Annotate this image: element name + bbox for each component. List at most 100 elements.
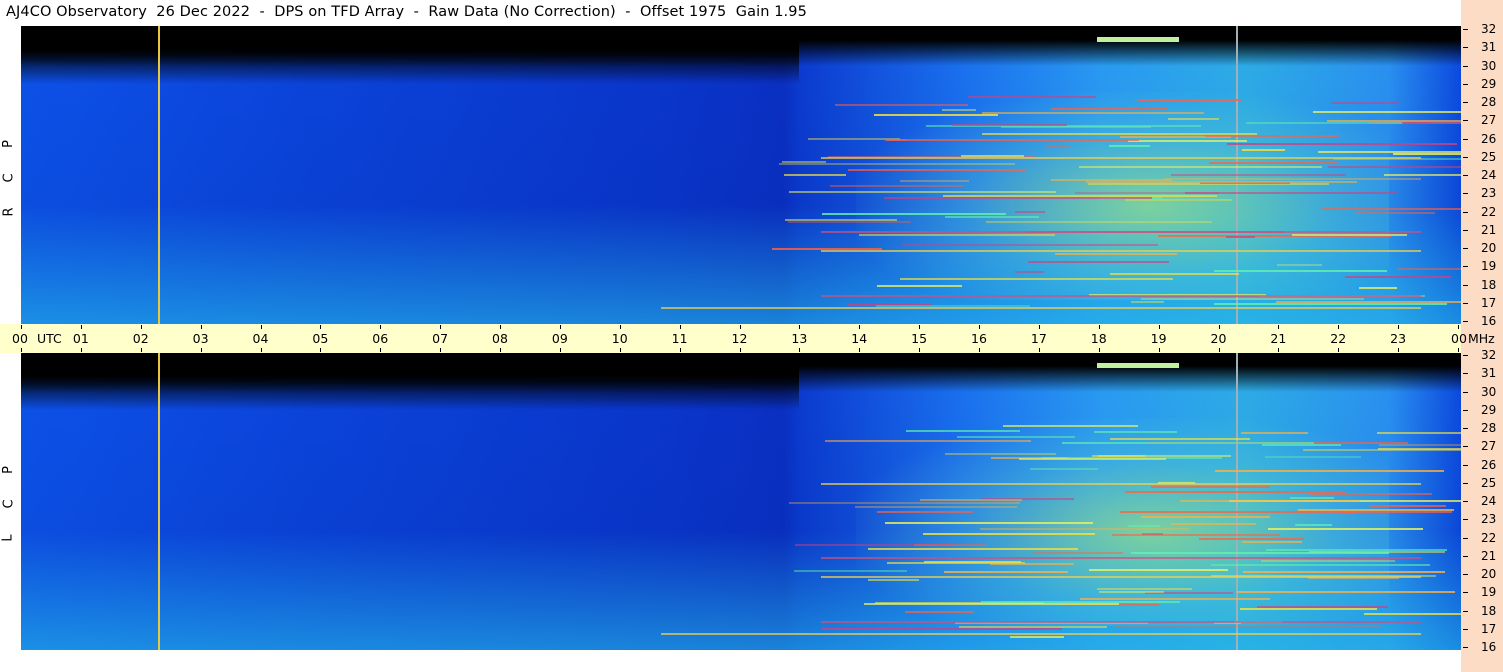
freq-tick [1463, 303, 1468, 304]
time-tick [560, 348, 561, 352]
freq-tick-label: 20 [1481, 567, 1497, 581]
freq-tick [1463, 355, 1468, 356]
time-tick [620, 348, 621, 352]
emission-streak [855, 506, 1017, 508]
freq-tick [1463, 556, 1468, 557]
emission-streak [864, 603, 1119, 605]
emission-streak [1151, 486, 1270, 488]
time-tick [979, 348, 980, 352]
time-tick [740, 348, 741, 352]
emission-streak [830, 185, 963, 187]
emission-streak [1277, 264, 1322, 266]
freq-tick-label: 17 [1481, 622, 1497, 636]
freq-tick [1463, 285, 1468, 286]
time-tick [81, 325, 82, 329]
time-tick [380, 348, 381, 352]
emission-streak [986, 221, 1212, 223]
emission-streak [868, 579, 919, 581]
freq-tick-label: 31 [1481, 40, 1497, 54]
emission-streak [1237, 591, 1455, 593]
emission-streak [1141, 516, 1270, 518]
emission-streak [1290, 497, 1334, 499]
time-tick-label: 00 [12, 331, 28, 346]
emission-streak [1356, 212, 1435, 214]
emission-streak [1142, 533, 1163, 535]
emission-streak [900, 180, 969, 182]
freq-tick-label: 30 [1481, 385, 1497, 399]
freq-tick [1463, 212, 1468, 213]
emission-streak [859, 234, 1055, 236]
freq-tick-label: 22 [1481, 531, 1497, 545]
emission-streak [1079, 166, 1322, 168]
emission-streak [923, 533, 1095, 535]
time-tick [21, 325, 22, 329]
emission-streak [822, 213, 1006, 215]
freq-tick-label: 23 [1481, 512, 1497, 526]
emission-streak [1030, 468, 1098, 470]
freq-tick [1463, 592, 1468, 593]
freq-tick [1463, 501, 1468, 502]
emission-streak [877, 511, 973, 513]
emission-streak [1345, 276, 1451, 278]
time-tick [1398, 325, 1399, 329]
emission-streak [885, 139, 1139, 141]
time-tick-label: 13 [791, 331, 808, 346]
freq-tick-label: 22 [1481, 205, 1497, 219]
emission-streak [980, 528, 1189, 530]
emission-streak [1055, 253, 1177, 255]
rfi-line [661, 633, 1421, 635]
freq-tick-label: 23 [1481, 186, 1497, 200]
freq-tick-label: 31 [1481, 366, 1497, 380]
emission-streak [1099, 591, 1164, 593]
freq-tick-label: 16 [1481, 640, 1497, 654]
time-tick [440, 348, 441, 352]
freq-tick-label: 27 [1481, 439, 1497, 453]
emission-streak [1015, 211, 1045, 213]
emission-streak [1168, 118, 1219, 120]
time-tick [141, 348, 142, 352]
freq-tick-label: 24 [1481, 168, 1497, 182]
time-tick-label: 12 [731, 331, 748, 346]
time-tick [1039, 325, 1040, 329]
emission-streak [1313, 111, 1461, 113]
freq-tick [1463, 611, 1468, 612]
emission-streak [1266, 549, 1447, 551]
time-tick [380, 325, 381, 329]
emission-streak [1199, 538, 1304, 540]
emission-streak [1378, 448, 1461, 450]
emission-streak [788, 221, 911, 223]
polarization-letter: P [0, 466, 16, 474]
chart-title: AJ4CO Observatory 26 Dec 2022 - DPS on T… [6, 4, 807, 20]
time-tick [1219, 325, 1220, 329]
emission-streak [1328, 166, 1461, 168]
emission-streak [1242, 541, 1302, 543]
time-tick-label: 14 [851, 331, 868, 346]
freq-tick [1463, 248, 1468, 249]
time-tick [141, 325, 142, 329]
time-tick [919, 325, 920, 329]
time-tick [919, 348, 920, 352]
freq-tick-label: 18 [1481, 278, 1497, 292]
emission-streak [1110, 438, 1250, 440]
emission-streak [1377, 432, 1461, 434]
freq-tick-label: 29 [1481, 77, 1497, 91]
time-tick-label: 03 [192, 331, 209, 346]
time-tick [620, 325, 621, 329]
time-tick [81, 348, 82, 352]
emission-streak [794, 570, 907, 572]
time-tick [1458, 325, 1459, 329]
time-tick [680, 348, 681, 352]
emission-streak [1080, 598, 1270, 600]
time-tick [1278, 325, 1279, 329]
time-tick [979, 325, 980, 329]
emission-streak [825, 440, 1031, 442]
time-tick [1159, 325, 1160, 329]
emission-streak [1322, 208, 1461, 210]
emission-streak [1109, 145, 1150, 147]
freq-tick [1463, 428, 1468, 429]
freq-tick-label: 21 [1481, 549, 1497, 563]
time-tick-label: 02 [132, 331, 149, 346]
time-tick-label: 09 [551, 331, 568, 346]
emission-streak [1403, 122, 1431, 124]
freq-tick-label: 19 [1481, 585, 1497, 599]
